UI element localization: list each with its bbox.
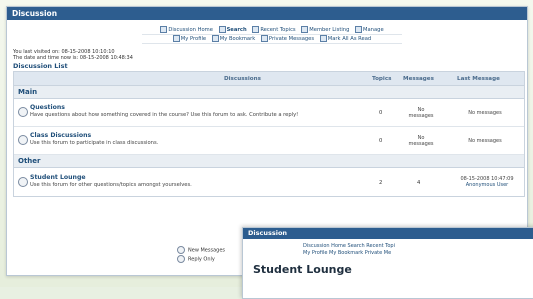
messages-count: No messages xyxy=(408,107,434,119)
header-last-message: Last Message xyxy=(457,76,500,82)
window-title: Discussion xyxy=(7,7,527,20)
topics-count: 0 xyxy=(379,138,383,144)
forum-title-student-lounge[interactable]: Student Lounge xyxy=(30,174,86,181)
discussion-list-title: Discussion List xyxy=(13,62,68,70)
student-lounge-window: Discussion Discussion Home Search Recent… xyxy=(242,227,533,299)
discussion-table: Discussions Topics Messages Last Message… xyxy=(13,71,525,197)
nav-private-messages[interactable]: Private Messages xyxy=(260,35,314,43)
nav-my-bookmark[interactable]: My Bookmark xyxy=(211,35,255,43)
messages-count: 4 xyxy=(417,180,421,186)
nav-mark-all-read[interactable]: Mark All As Read xyxy=(319,35,371,43)
forum-status-icon xyxy=(18,135,28,145)
section-main: Main xyxy=(14,86,524,99)
last-message: No messages xyxy=(468,138,502,144)
legend: New Messages Reply Only xyxy=(177,246,225,263)
nav-member-listing[interactable]: Member Listing xyxy=(301,26,349,34)
page-title: Student Lounge xyxy=(253,263,352,276)
topics-count: 2 xyxy=(379,180,383,186)
nav-my-profile[interactable]: My Profile xyxy=(172,35,206,43)
topics-count: 0 xyxy=(379,110,383,116)
top-navigation-secondary: Discussion Home Search Recent Topi My Pr… xyxy=(303,243,395,257)
messages-count: No messages xyxy=(408,135,434,147)
last-message: 08-15-2008 10:47:09 Anonymous User xyxy=(451,176,523,188)
nav-row-2[interactable]: My Profile My Bookmark Private Me xyxy=(303,250,395,257)
reply-only-icon xyxy=(177,254,185,263)
mail-icon xyxy=(260,35,268,42)
forum-description: Have questions about how something cover… xyxy=(30,112,299,118)
recent-topics-icon xyxy=(252,26,260,33)
nav-row-1[interactable]: Discussion Home Search Recent Topi xyxy=(303,243,395,250)
section-other: Other xyxy=(14,155,524,168)
header-messages: Messages xyxy=(403,76,434,82)
forum-title-questions[interactable]: Questions xyxy=(30,104,65,111)
table-header: Discussions Topics Messages Last Message xyxy=(14,72,524,86)
last-message-user[interactable]: Anonymous User xyxy=(466,182,508,188)
table-row: Questions Have questions about how somet… xyxy=(14,99,524,127)
forum-title-class-discussions[interactable]: Class Discussions xyxy=(30,132,91,139)
visit-info: You last visited on: 08-15-2008 10:10:10… xyxy=(13,49,133,61)
header-topics: Topics xyxy=(372,76,392,82)
search-icon xyxy=(218,26,226,33)
table-row: Student Lounge Use this forum for other … xyxy=(14,168,524,196)
nav-search[interactable]: Search xyxy=(218,26,247,34)
current-time: The date and time now is: 08-15-2008 10:… xyxy=(13,55,133,61)
window-title: Discussion xyxy=(243,228,533,239)
check-icon xyxy=(319,35,327,42)
nav-discussion-home[interactable]: Discussion Home xyxy=(160,26,213,34)
bookmark-icon xyxy=(211,35,219,42)
table-row: Class Discussions Use this forum to part… xyxy=(14,127,524,155)
forum-status-icon xyxy=(18,107,28,117)
profile-icon xyxy=(172,35,180,42)
last-message: No messages xyxy=(468,110,502,116)
new-messages-icon xyxy=(177,246,185,254)
home-icon xyxy=(160,26,168,33)
forum-status-icon xyxy=(18,177,28,187)
nav-recent-topics[interactable]: Recent Topics xyxy=(252,26,296,34)
header-discussions: Discussions xyxy=(224,76,261,82)
manage-icon xyxy=(355,26,363,33)
forum-description: Use this forum for other questions/topic… xyxy=(30,182,192,188)
forum-description: Use this forum to participate in class d… xyxy=(30,140,159,146)
top-navigation: Discussion Home Search Recent Topics Mem… xyxy=(142,26,402,44)
nav-manage[interactable]: Manage xyxy=(355,26,384,34)
member-list-icon xyxy=(301,26,309,33)
